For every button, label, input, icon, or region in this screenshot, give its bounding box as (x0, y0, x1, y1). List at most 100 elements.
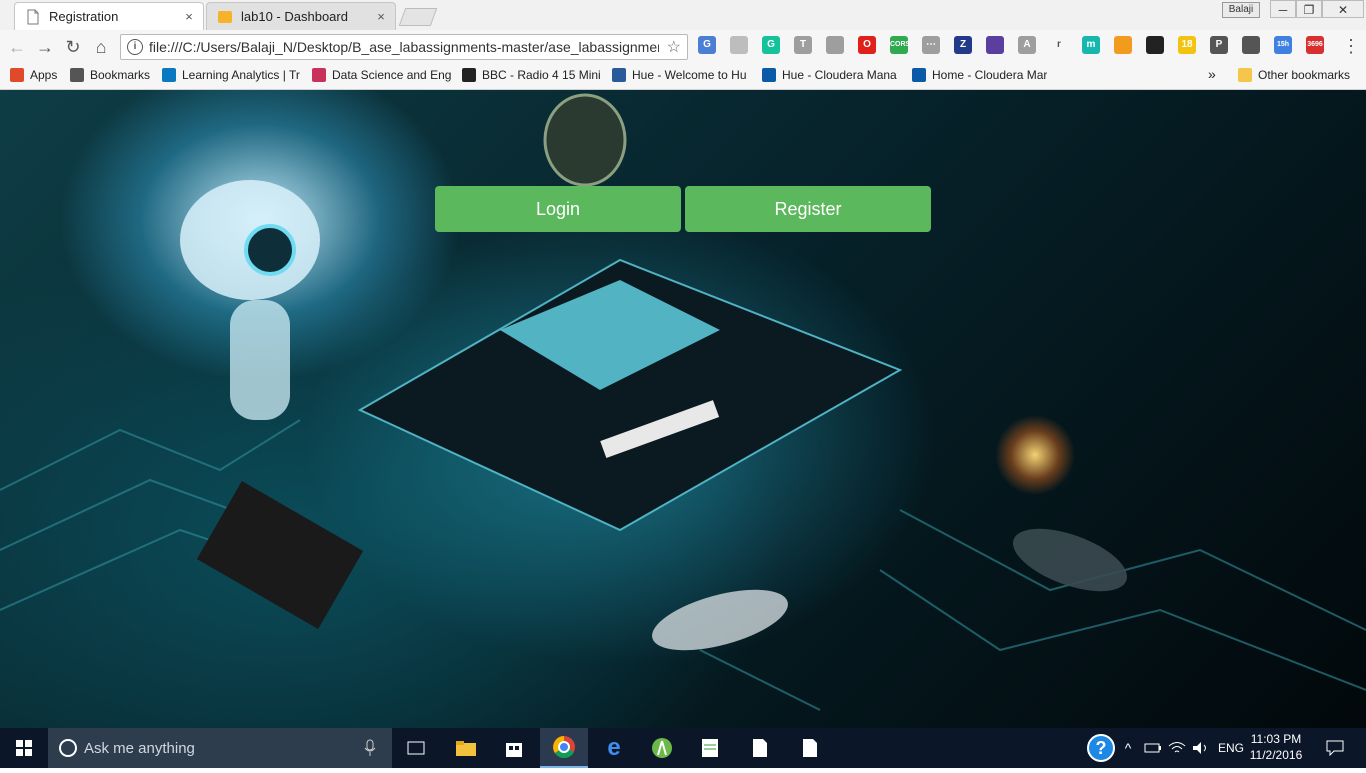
show-hidden-icons[interactable]: ^ (1120, 728, 1136, 768)
bookmark-label: BBC - Radio 4 15 Mini (482, 68, 601, 82)
trello-icon (162, 68, 176, 82)
language-indicator[interactable]: ENG (1214, 728, 1248, 768)
back-button[interactable]: ← (6, 36, 28, 58)
bookmark-label: Learning Analytics | Tr (182, 68, 300, 82)
clock-time: 11:03 PM (1250, 732, 1302, 746)
start-button[interactable] (0, 728, 48, 768)
bookmark-label: Bookmarks (90, 68, 151, 82)
edge-icon[interactable]: e (590, 728, 638, 768)
profile-chip[interactable]: Balaji (1222, 2, 1260, 18)
weather-icon[interactable]: 18 (1178, 36, 1196, 54)
cube-icon (218, 10, 232, 23)
restore-button[interactable]: ❐ (1296, 0, 1322, 18)
windows-taskbar: Ask me anything e ? ^ ENG 11:03 PM 11/2/… (0, 728, 1366, 768)
browser-titlebar: Registration × lab10 - Dashboard × Balaj… (0, 0, 1366, 30)
battery-icon[interactable] (1142, 728, 1164, 768)
bookmark-item[interactable]: Learning Analytics | Tr (162, 68, 300, 82)
forward-button[interactable]: → (34, 36, 56, 58)
bookmark-item[interactable]: Bookmarks (70, 68, 150, 82)
bulb-icon[interactable] (1242, 36, 1260, 54)
register-button[interactable]: Register (685, 186, 931, 232)
task-view-icon[interactable] (392, 728, 440, 768)
cortana-circle-icon (59, 739, 77, 757)
calendar-icon[interactable]: 15h (1274, 36, 1292, 54)
chrome-icon[interactable] (540, 728, 588, 768)
dots-icon[interactable]: ⋯ (922, 36, 940, 54)
bookmark-label: Home - Cloudera Mar (932, 68, 1048, 82)
bookmark-item[interactable]: Hue - Cloudera Mana (762, 68, 897, 82)
search-placeholder: Ask me anything (84, 740, 195, 757)
bookmark-item[interactable]: BBC - Radio 4 15 Mini (462, 68, 601, 82)
clock-date: 11/2/2016 (1249, 748, 1303, 762)
page-background: Login Register (0, 90, 1366, 728)
file-icon[interactable] (736, 728, 784, 768)
bookmark-item[interactable]: Home - Cloudera Mar (912, 68, 1047, 82)
edx-icon (312, 68, 326, 82)
translate-icon[interactable]: A (1018, 36, 1036, 54)
file-icon[interactable] (786, 728, 834, 768)
file-explorer-icon[interactable] (442, 728, 490, 768)
bookmark-star-icon[interactable]: ☆ (667, 37, 681, 57)
wifi-icon[interactable] (1166, 728, 1188, 768)
m-icon[interactable]: m (1082, 36, 1100, 54)
info-icon[interactable]: i (127, 39, 143, 55)
notepad-icon[interactable] (686, 728, 734, 768)
address-bar[interactable]: i file:///C:/Users/Balaji_N/Desktop/B_as… (120, 34, 688, 60)
page-icon (27, 9, 39, 24)
reload-button[interactable]: ↻ (62, 36, 84, 58)
wave-icon[interactable] (1114, 36, 1132, 54)
minimize-button[interactable]: ─ (1270, 0, 1296, 18)
android-studio-icon[interactable] (638, 728, 686, 768)
new-tab-button[interactable] (398, 8, 438, 26)
tab-registration[interactable]: Registration × (14, 2, 204, 30)
pocket-p-icon[interactable]: P (1210, 36, 1228, 54)
circuit-board-image (0, 93, 1366, 711)
doc-icon[interactable] (730, 36, 748, 54)
clock[interactable]: 11:03 PM 11/2/2016 (1248, 731, 1304, 763)
help-icon[interactable]: ? (1084, 728, 1118, 768)
close-icon[interactable]: × (181, 9, 197, 24)
zotero-icon[interactable]: Z (954, 36, 972, 54)
cloudera-icon (762, 68, 776, 82)
drive-icon[interactable] (826, 36, 844, 54)
r-icon[interactable]: r (1050, 36, 1068, 54)
login-button[interactable]: Login (435, 186, 681, 232)
tab-lab10-dashboard[interactable]: lab10 - Dashboard × (206, 2, 396, 30)
bookmark-label: Data Science and Eng (332, 68, 452, 82)
bbc-icon (462, 68, 476, 82)
hue-icon (612, 68, 626, 82)
google-translate-icon[interactable]: G (698, 36, 716, 54)
microphone-icon[interactable] (364, 739, 376, 757)
volume-icon[interactable] (1190, 728, 1212, 768)
bookmark-item[interactable]: Data Science and Eng (312, 68, 451, 82)
tab-title: Registration (49, 9, 119, 24)
text-icon[interactable]: T (794, 36, 812, 54)
star-icon (70, 68, 84, 82)
grammarly-icon[interactable]: G (762, 36, 780, 54)
opera-icon[interactable]: O (858, 36, 876, 54)
color-wheel-icon[interactable] (1146, 36, 1164, 54)
apps-grid-icon (10, 68, 24, 82)
other-bookmarks[interactable]: Other bookmarks (1238, 68, 1350, 82)
windows-logo-icon (16, 740, 32, 756)
puzzle-icon[interactable] (986, 36, 1004, 54)
bookmarks-overflow[interactable]: » (1208, 66, 1216, 82)
bookmark-item[interactable]: Hue - Welcome to Hu (612, 68, 747, 82)
store-icon[interactable] (490, 728, 538, 768)
bookmark-label: Hue - Cloudera Mana (782, 68, 897, 82)
home-button[interactable]: ⌂ (90, 36, 112, 58)
gmail-icon[interactable]: 3696 (1306, 36, 1324, 54)
address-text[interactable]: file:///C:/Users/Balaji_N/Desktop/B_ase_… (149, 39, 659, 55)
close-window-button[interactable]: ✕ (1322, 0, 1364, 18)
browser-menu-icon[interactable]: ⋮ (1342, 36, 1360, 57)
bookmarks-bar: » Other bookmarks Apps Bookmarks Learning … (0, 64, 1366, 90)
bookmark-label: Hue - Welcome to Hu (632, 68, 747, 82)
cloudera-icon (912, 68, 926, 82)
cortana-search-box[interactable]: Ask me anything (48, 728, 392, 768)
bookmark-item[interactable]: Apps (10, 68, 57, 82)
action-center-icon[interactable] (1318, 728, 1352, 768)
help-glyph: ? (1087, 734, 1115, 762)
close-icon[interactable]: × (373, 9, 389, 24)
tab-title: lab10 - Dashboard (241, 9, 348, 24)
cors-icon[interactable]: CORS (890, 36, 910, 54)
